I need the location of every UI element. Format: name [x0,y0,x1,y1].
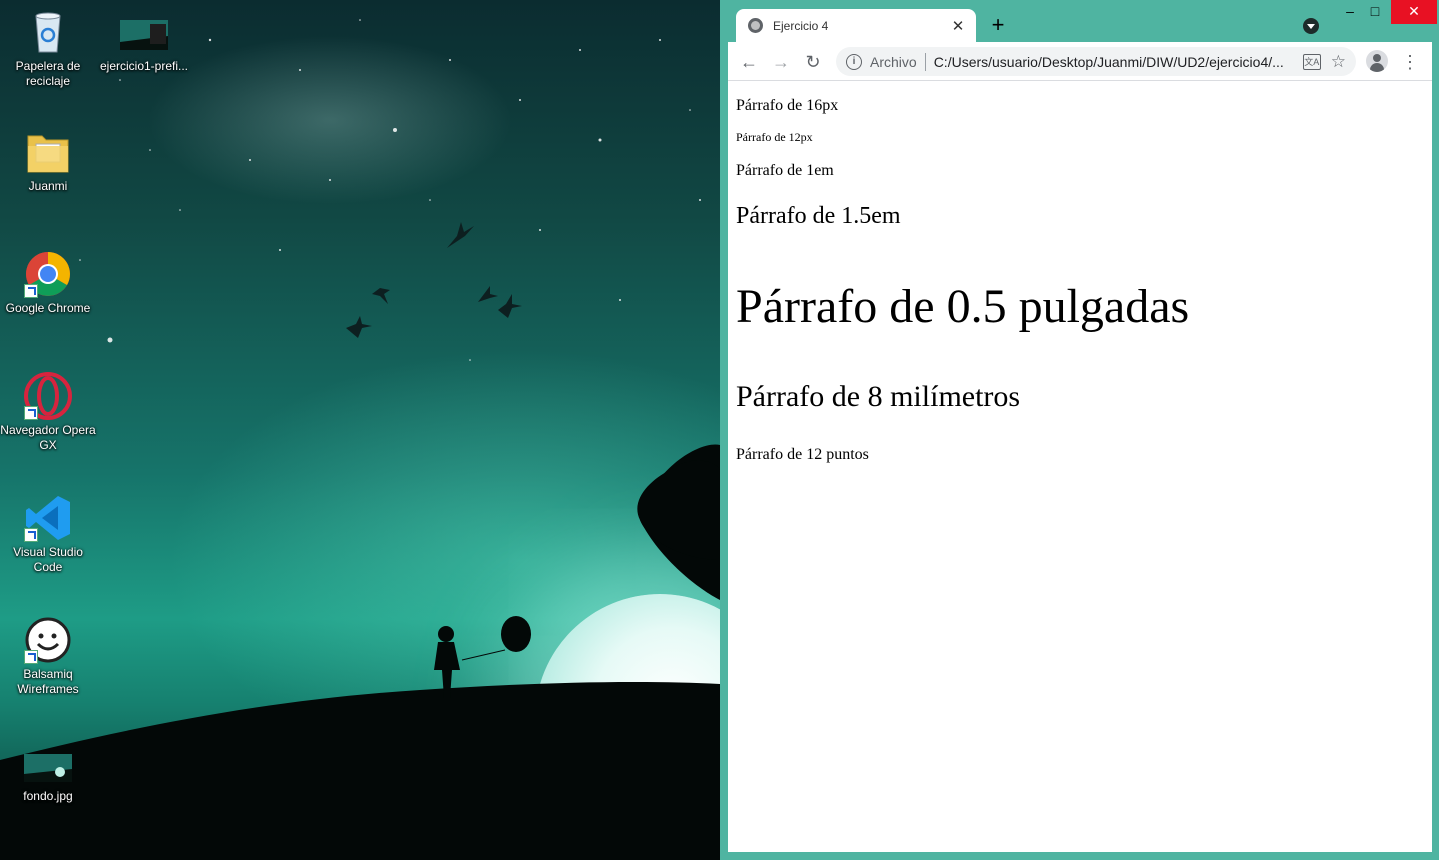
hill-silhouette [0,444,720,860]
page-content: Párrafo de 16px Párrafo de 12px Párrafo … [728,81,1432,852]
paragraph-16px: Párrafo de 16px [736,97,839,114]
desktop-icon-vscode[interactable]: Visual Studio Code [0,494,96,575]
desktop-icon-label: Balsamiq Wireframes [17,667,79,696]
reload-button[interactable]: ↻ [800,49,826,75]
tab-search-dropdown-icon[interactable] [1303,18,1319,34]
menu-kebab-icon[interactable]: ⋮ [1400,49,1420,75]
maximize-button[interactable]: □ [1360,0,1390,24]
address-scheme-label: Archivo [870,53,917,70]
globe-icon [748,18,763,33]
shortcut-arrow-icon [24,528,38,542]
paragraph-1em: Párrafo de 1em [736,162,834,179]
close-window-button[interactable]: ✕ [1391,0,1437,24]
desktop-icon-label: Papelera de reciclaje [15,59,81,88]
image-file-icon [24,754,72,786]
desktop-icon-label: fondo.jpg [23,789,73,803]
desktop-icon-balsamiq[interactable]: Balsamiq Wireframes [0,616,96,697]
back-button[interactable]: ← [736,49,762,75]
paragraph-8mm: Párrafo de 8 milímetros [736,380,1021,413]
browser-window: Ejercicio 4 ✕ + – □ ✕ ← → ↻ i Archivo C:… [720,0,1439,860]
bookmark-star-icon[interactable]: ☆ [1331,52,1346,72]
tab-close-icon[interactable]: ✕ [946,17,970,35]
desktop-icon-ejercicio1[interactable]: ejercicio1-prefi... [96,20,192,74]
desktop-icon-google-chrome[interactable]: Google Chrome [0,250,96,316]
desktop-icon-juanmi[interactable]: Juanmi [0,128,96,194]
paragraph-1-5em: Párrafo de 1.5em [736,203,901,229]
vscode-icon [24,494,72,542]
address-divider [924,52,926,71]
paragraph-0-5-inches: Párrafo de 0.5 pulgadas [736,280,1190,333]
address-url[interactable]: C:/Users/usuario/Desktop/Juanmi/DIW/UD2/… [934,54,1297,70]
shortcut-arrow-icon [24,284,38,298]
desktop-icon-label: Google Chrome [5,301,91,315]
forward-button[interactable]: → [768,49,794,75]
opera-gx-icon [24,372,72,420]
address-bar[interactable]: i Archivo C:/Users/usuario/Desktop/Juanm… [836,47,1356,76]
desktop-icon-label: Visual Studio Code [13,545,83,574]
desktop-icon-fondo[interactable]: fondo.jpg [0,754,96,804]
image-file-icon [120,20,168,56]
desktop-icon-recycle-bin[interactable]: Papelera de reciclaje [0,8,96,89]
shortcut-arrow-icon [24,650,38,664]
desktop-icon-label: Navegador Opera GX [0,423,96,452]
translate-icon[interactable]: 文A [1302,53,1321,70]
browser-toolbar: ← → ↻ i Archivo C:/Users/usuario/Desktop… [728,42,1432,81]
chrome-icon [24,250,72,298]
folder-icon [24,128,72,176]
new-tab-button[interactable]: + [986,14,1010,38]
desktop-icon-label: ejercicio1-prefi... [99,59,189,73]
desktop-background: Papelera de reciclaje ejercicio1-prefi..… [0,0,720,860]
tab-title: Ejercicio 4 [773,18,829,33]
shortcut-arrow-icon [24,406,38,420]
paragraph-12pt: Párrafo de 12 puntos [736,446,869,463]
info-icon[interactable]: i [846,53,862,70]
desktop-icon-opera-gx[interactable]: Navegador Opera GX [0,372,96,453]
desktop-icon-label: Juanmi [28,179,68,193]
recycle-bin-icon [24,8,72,56]
tab-strip: Ejercicio 4 ✕ + – □ ✕ [720,0,1439,42]
balsamiq-icon [24,616,72,664]
profile-avatar-icon[interactable] [1366,50,1388,72]
paragraph-12px: Párrafo de 12px [736,130,813,144]
tab-ejercicio-4[interactable]: Ejercicio 4 ✕ [736,9,976,42]
